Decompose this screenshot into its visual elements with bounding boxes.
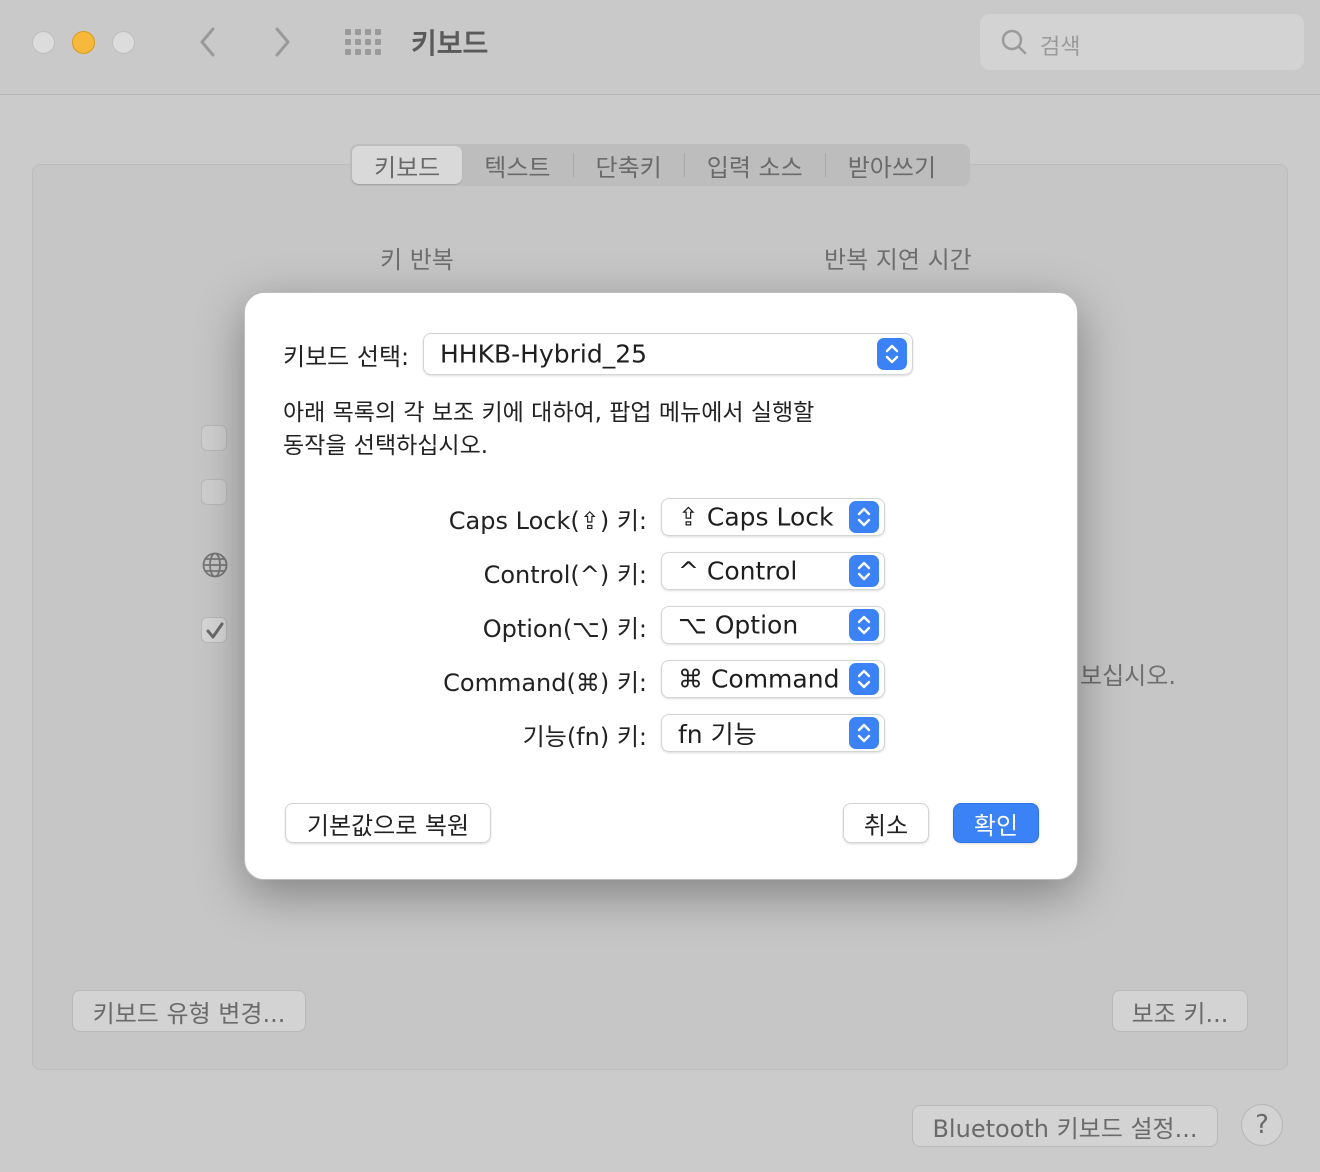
show-all-grid-icon[interactable] <box>344 28 382 56</box>
search-icon <box>1001 29 1027 55</box>
forward-button[interactable] <box>266 24 298 60</box>
close-window-button[interactable] <box>32 31 55 54</box>
change-keyboard-type-button[interactable]: 키보드 유형 변경... <box>72 990 306 1032</box>
option-checkbox[interactable] <box>201 425 227 451</box>
keyboard-select-popup[interactable]: HHKB-Hybrid_25 <box>423 333 913 375</box>
tab-keyboard[interactable]: 키보드 <box>352 146 463 184</box>
checkmark-icon <box>206 622 224 639</box>
tab-shortcuts[interactable]: 단축키 <box>574 146 684 184</box>
restore-defaults-button[interactable]: 기본값으로 복원 <box>285 803 491 843</box>
back-button[interactable] <box>192 24 224 60</box>
popup-arrows-icon <box>877 338 907 370</box>
tab-input-sources[interactable]: 입력 소스 <box>685 146 825 184</box>
modifier-keys-button[interactable]: 보조 키... <box>1112 990 1248 1032</box>
control-action-popup[interactable]: ^ Control <box>661 552 885 590</box>
control-key-label: Control(^) 키: <box>483 561 647 589</box>
caps-lock-action-popup[interactable]: ⇪ Caps Lock <box>661 498 885 536</box>
cancel-button[interactable]: 취소 <box>843 803 929 843</box>
zoom-window-button[interactable] <box>112 31 135 54</box>
command-action-popup[interactable]: ⌘ Command <box>661 660 885 698</box>
checked-option-checkbox[interactable] <box>201 617 227 643</box>
chevron-right-icon <box>275 27 290 57</box>
caps-lock-key-label: Caps Lock(⇪) 키: <box>448 507 647 535</box>
tab-bar: 키보드 텍스트 단축키 입력 소스 받아쓰기 <box>350 144 970 186</box>
help-button[interactable]: ? <box>1241 1104 1283 1146</box>
globe-icon <box>202 552 228 578</box>
search-field[interactable]: 검색 <box>980 14 1304 70</box>
option-key-label: Option(⌥) 키: <box>482 615 647 643</box>
popup-arrows-icon <box>849 717 879 749</box>
popup-arrows-icon <box>849 609 879 641</box>
function-key-label: 기능(fn) 키: <box>522 723 647 751</box>
function-action-popup[interactable]: fn 기능 <box>661 714 885 752</box>
popup-arrows-icon <box>849 555 879 587</box>
keyboard-select-label: 키보드 선택: <box>283 343 410 371</box>
dialog-description: 아래 목록의 각 보조 키에 대하여, 팝업 메뉴에서 실행할 동작을 선택하십… <box>283 400 815 459</box>
search-placeholder: 검색 <box>1040 35 1081 60</box>
obscured-help-text: 보십시오. <box>1080 662 1176 690</box>
command-key-label: Command(⌘) 키: <box>443 669 647 697</box>
chevron-left-icon <box>200 27 215 57</box>
keyboard-select-value: HHKB-Hybrid_25 <box>440 339 648 369</box>
repeat-delay-label: 반복 지연 시간 <box>824 246 972 274</box>
window-title: 키보드 <box>411 27 489 60</box>
option-action-popup[interactable]: ⌥ Option <box>661 606 885 644</box>
minimize-window-button[interactable] <box>72 31 95 54</box>
tab-text[interactable]: 텍스트 <box>462 146 572 184</box>
tab-dictation[interactable]: 받아쓰기 <box>826 146 958 184</box>
popup-arrows-icon <box>849 501 879 533</box>
system-preferences-window: 키보드 검색 키보드 텍스트 단축키 입력 소스 받아쓰기 키 반복 반복 지연… <box>0 0 1320 1172</box>
option-checkbox[interactable] <box>201 479 227 505</box>
ok-button[interactable]: 확인 <box>953 803 1039 843</box>
modifier-keys-dialog: 키보드 선택: HHKB-Hybrid_25 아래 목록의 각 보조 키에 대하… <box>244 292 1078 880</box>
popup-arrows-icon <box>849 663 879 695</box>
title-bar: 키보드 검색 <box>0 0 1320 95</box>
bluetooth-keyboard-setup-button[interactable]: Bluetooth 키보드 설정... <box>912 1105 1218 1147</box>
key-repeat-label: 키 반복 <box>380 246 454 274</box>
